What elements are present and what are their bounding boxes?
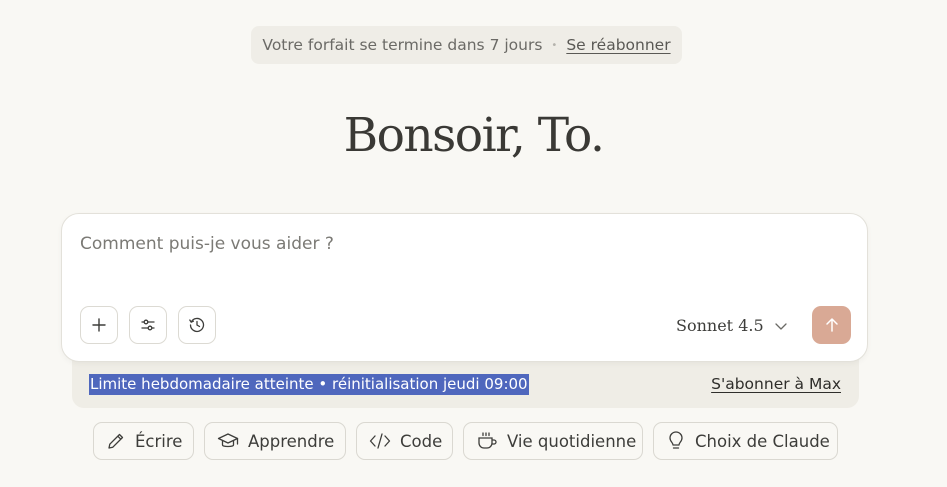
chip-label: Vie quotidienne (507, 431, 637, 451)
chevron-down-icon (774, 322, 787, 330)
prompt-input[interactable] (80, 234, 840, 254)
subscribe-max-link[interactable]: S'abonner à Max (711, 375, 841, 393)
send-button[interactable] (812, 306, 851, 344)
add-attachment-button[interactable] (80, 306, 118, 344)
banner-separator: • (551, 39, 558, 51)
usage-limit-notice: Limite hebdomadaire atteinte • réinitial… (72, 355, 859, 408)
sliders-icon (141, 319, 155, 331)
pencil-icon (108, 433, 124, 449)
chip-label: Code (400, 431, 443, 451)
chip-learn[interactable]: Apprendre (204, 422, 346, 460)
lightbulb-icon (669, 431, 683, 449)
arrow-up-icon (825, 318, 838, 332)
resubscribe-link[interactable]: Se réabonner (566, 36, 670, 54)
graduation-cap-icon (217, 433, 239, 448)
greeting-title: Bonsoir, To. (343, 108, 605, 163)
code-icon (369, 433, 391, 449)
chip-write[interactable]: Écrire (93, 422, 194, 460)
weekly-limit-text: Limite hebdomadaire atteinte • réinitial… (89, 374, 529, 395)
suggestion-chips: Écrire Apprendre Code Vie quotidienne Ch… (0, 422, 947, 460)
chip-claude-choice[interactable]: Choix de Claude (653, 422, 838, 460)
chip-label: Choix de Claude (695, 431, 830, 451)
chip-label: Écrire (135, 431, 183, 451)
chip-code[interactable]: Code (356, 422, 453, 460)
model-selector[interactable]: Sonnet 4.5 (676, 316, 788, 335)
chip-daily-life[interactable]: Vie quotidienne (463, 422, 643, 460)
history-button[interactable] (178, 306, 216, 344)
plus-icon (92, 318, 106, 332)
model-name: Sonnet 4.5 (676, 316, 764, 335)
subscription-banner: Votre forfait se termine dans 7 jours • … (251, 26, 682, 64)
tools-button[interactable] (129, 306, 167, 344)
chip-label: Apprendre (248, 431, 335, 451)
message-composer: Sonnet 4.5 (61, 213, 868, 362)
clock-icon (189, 317, 205, 333)
banner-text: Votre forfait se termine dans 7 jours (262, 36, 543, 54)
coffee-icon (478, 432, 497, 449)
